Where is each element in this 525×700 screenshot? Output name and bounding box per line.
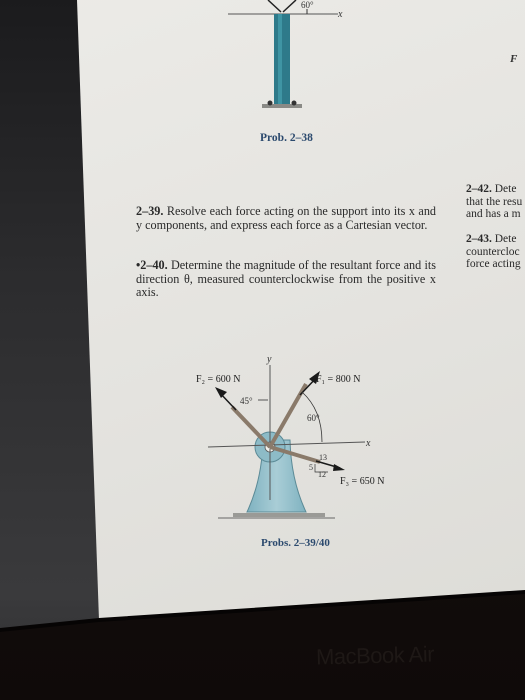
force-f2-cable — [230, 405, 272, 449]
brand-label: MacBook Air — [315, 641, 435, 670]
arrowhead-icon — [215, 387, 227, 398]
force-f1-angle: 60° — [307, 413, 320, 423]
y-axis-label: y — [266, 354, 272, 365]
slope-label-12: 12 — [318, 470, 326, 479]
force-f2-label: F₂ = 600 N — [196, 374, 240, 385]
slope-label-13: 13 — [319, 453, 327, 462]
support-figure: y x F₁ = 800 N 60° F₂ = 600 N 45° 13 5 1… — [196, 354, 384, 519]
ground — [233, 513, 325, 517]
force-f2-angle: 45° — [240, 396, 253, 406]
force-f3-label: F₃ = 650 N — [340, 476, 384, 487]
figure-caption: Probs. 2–39/40 — [261, 537, 330, 549]
x-axis-label: x — [365, 438, 371, 449]
arrowhead-icon — [333, 464, 345, 471]
force-f1-label: F₁ = 800 N — [316, 374, 360, 385]
slope-label-5: 5 — [309, 463, 313, 472]
